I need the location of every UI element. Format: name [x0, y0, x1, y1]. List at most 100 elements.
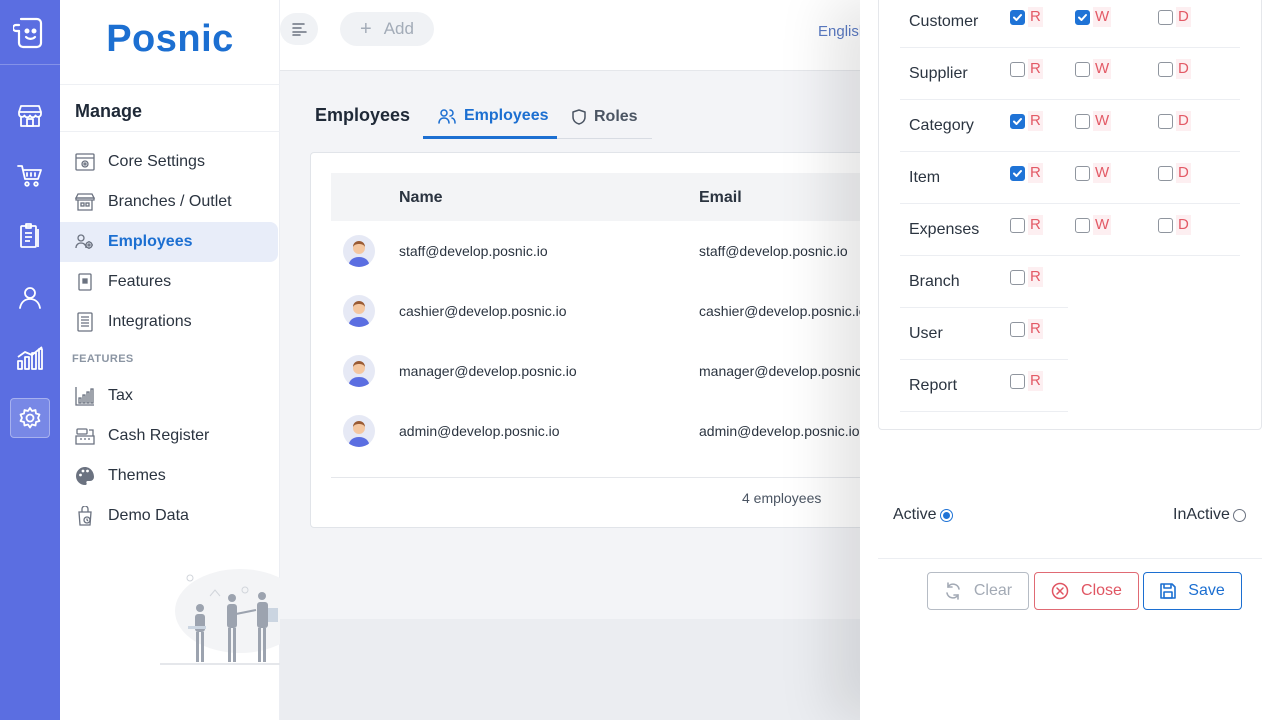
sidebar-item-employees[interactable]: Employees: [60, 222, 278, 262]
avatar: [343, 295, 375, 327]
permission-checkbox[interactable]: [1075, 165, 1090, 181]
permission-r-toggle[interactable]: R: [1010, 59, 1043, 79]
sidebar-item-cash-register[interactable]: Cash Register: [60, 416, 278, 456]
features-icon: [75, 272, 95, 292]
save-icon: [1160, 583, 1177, 599]
brand-name[interactable]: Posnic: [60, 18, 280, 61]
sidebar-item-demo-data[interactable]: Demo Data: [60, 496, 278, 536]
status-active-radio[interactable]: [939, 508, 953, 522]
sidebar-item-label: Cash Register: [108, 427, 210, 444]
permission-checkbox[interactable]: [1010, 61, 1025, 77]
close-button[interactable]: Close: [1034, 572, 1139, 610]
permission-label: Item: [909, 169, 941, 186]
tab-employees[interactable]: Employees: [423, 95, 557, 139]
permission-w-toggle[interactable]: W: [1075, 163, 1112, 183]
permission-checkbox[interactable]: [1075, 61, 1090, 77]
user-icon[interactable]: [10, 277, 50, 317]
permission-checkbox[interactable]: [1010, 165, 1025, 181]
permission-w-toggle[interactable]: W: [1075, 7, 1112, 27]
sidebar-item-label: Core Settings: [108, 153, 205, 170]
permission-w-toggle[interactable]: W: [1075, 111, 1112, 131]
permission-letter: D: [1176, 163, 1191, 183]
permission-row: Item R W D: [900, 152, 1240, 204]
add-button[interactable]: + Add: [340, 12, 434, 46]
sidebar-item-themes[interactable]: Themes: [60, 456, 278, 496]
permission-row: Branch R: [900, 256, 1240, 308]
permission-r-toggle[interactable]: R: [1010, 7, 1043, 27]
sidebar-item-integrations[interactable]: Integrations: [60, 302, 278, 342]
permission-checkbox[interactable]: [1010, 217, 1025, 233]
permission-d-toggle[interactable]: D: [1158, 215, 1191, 235]
employees-table-card: Name Email staff@develop.posnic.io staff…: [310, 152, 870, 528]
table-row[interactable]: admin@develop.posnic.io admin@develop.po…: [331, 401, 869, 461]
close-circle-icon: [1051, 582, 1069, 600]
permission-letter: R: [1028, 111, 1043, 131]
permission-w-toggle[interactable]: W: [1075, 59, 1112, 79]
app-logo-icon[interactable]: [10, 13, 50, 53]
sidebar-item-tax[interactable]: Tax: [60, 376, 278, 416]
permission-checkbox[interactable]: [1010, 373, 1025, 389]
add-button-label: Add: [383, 19, 414, 38]
permission-r-toggle[interactable]: R: [1010, 319, 1043, 339]
permission-letter: R: [1028, 59, 1043, 79]
sidebar-item-label: Features: [108, 273, 172, 290]
column-header-email[interactable]: Email: [699, 189, 742, 207]
users-icon: [438, 108, 456, 124]
permission-letter: D: [1176, 59, 1191, 79]
store-icon[interactable]: [10, 96, 50, 136]
permission-checkbox[interactable]: [1010, 269, 1025, 285]
permission-checkbox[interactable]: [1010, 113, 1025, 129]
employee-name: manager@develop.posnic.io: [399, 363, 577, 379]
menu-toggle-button[interactable]: [280, 13, 318, 45]
permission-r-toggle[interactable]: R: [1010, 371, 1043, 391]
tab-roles[interactable]: Roles: [557, 95, 652, 139]
chart-bars-icon[interactable]: [10, 338, 50, 378]
status-inactive-radio[interactable]: [1232, 508, 1246, 522]
column-header-name[interactable]: Name: [399, 189, 443, 207]
permission-r-toggle[interactable]: R: [1010, 267, 1043, 287]
permission-w-toggle[interactable]: W: [1075, 215, 1112, 235]
tab-label: Roles: [594, 107, 638, 125]
permission-checkbox[interactable]: [1158, 217, 1173, 233]
status-active-option[interactable]: Active: [893, 506, 953, 524]
permission-d-toggle[interactable]: D: [1158, 7, 1191, 27]
table-row[interactable]: cashier@develop.posnic.io cashier@develo…: [331, 281, 869, 341]
employees-icon: [75, 232, 95, 252]
permission-checkbox[interactable]: [1158, 9, 1173, 25]
employee-count: 4 employees: [742, 490, 822, 506]
permission-checkbox[interactable]: [1075, 113, 1090, 129]
permission-r-toggle[interactable]: R: [1010, 163, 1043, 183]
permission-label: Category: [909, 117, 974, 134]
status-inactive-option[interactable]: InActive: [1173, 506, 1246, 524]
sidebar-item-branches-outlet[interactable]: Branches / Outlet: [60, 182, 278, 222]
features-section-label: FEATURES: [72, 353, 134, 365]
permission-d-toggle[interactable]: D: [1158, 59, 1191, 79]
table-row[interactable]: staff@develop.posnic.io staff@develop.po…: [331, 221, 869, 281]
sidebar-item-features[interactable]: Features: [60, 262, 278, 302]
permission-r-toggle[interactable]: R: [1010, 111, 1043, 131]
sidebar-item-core-settings[interactable]: Core Settings: [60, 142, 278, 182]
avatar: [343, 355, 375, 387]
permission-d-toggle[interactable]: D: [1158, 111, 1191, 131]
clear-button[interactable]: Clear: [927, 572, 1029, 610]
gear-icon[interactable]: [10, 398, 50, 438]
permission-letter: W: [1093, 7, 1112, 27]
permission-row: Customer R W D: [900, 0, 1240, 48]
permission-d-toggle[interactable]: D: [1158, 163, 1191, 183]
page-title: Employees: [315, 105, 411, 125]
permission-checkbox[interactable]: [1158, 61, 1173, 77]
permission-checkbox[interactable]: [1075, 217, 1090, 233]
permission-checkbox[interactable]: [1158, 165, 1173, 181]
permission-checkbox[interactable]: [1158, 113, 1173, 129]
table-row[interactable]: manager@develop.posnic.io manager@develo…: [331, 341, 869, 401]
permission-checkbox[interactable]: [1010, 9, 1025, 25]
permission-checkbox[interactable]: [1075, 9, 1090, 25]
clear-button-label: Clear: [973, 582, 1013, 599]
permission-row: Supplier R W D: [900, 48, 1240, 100]
permission-r-toggle[interactable]: R: [1010, 215, 1043, 235]
clipboard-icon[interactable]: [10, 216, 50, 256]
save-button[interactable]: Save: [1143, 572, 1242, 610]
cart-icon[interactable]: [10, 156, 50, 196]
permission-checkbox[interactable]: [1010, 321, 1025, 337]
tab-label: Employees: [464, 106, 549, 124]
